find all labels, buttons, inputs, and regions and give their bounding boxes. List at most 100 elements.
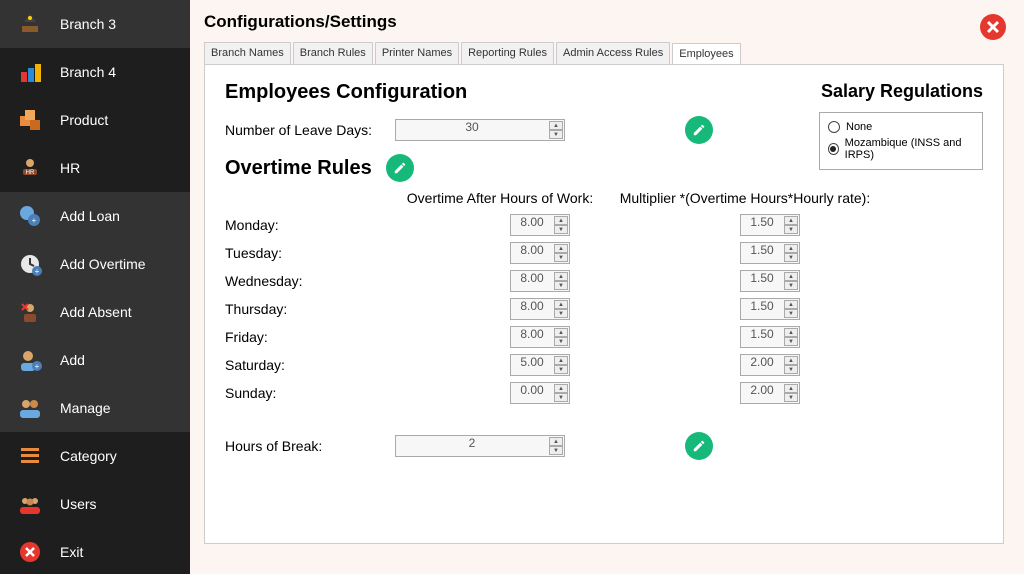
leave-days-label: Number of Leave Days: — [225, 122, 395, 138]
day-label: Wednesday: — [225, 273, 425, 289]
spinner-arrows[interactable]: ▲▼ — [784, 216, 798, 234]
add-user-icon: + — [18, 348, 42, 372]
sidebar-item-product[interactable]: Product — [0, 96, 190, 144]
sidebar-item-branch3[interactable]: Branch 3 — [0, 0, 190, 48]
tab-reporting-rules[interactable]: Reporting Rules — [461, 42, 554, 64]
tab-employees[interactable]: Employees — [672, 43, 740, 65]
loan-icon: + — [18, 204, 42, 228]
day-label: Tuesday: — [225, 245, 425, 261]
sidebar-item-add-loan[interactable]: + Add Loan — [0, 192, 190, 240]
sidebar-item-add-absent[interactable]: Add Absent — [0, 288, 190, 336]
sidebar-item-users[interactable]: Users — [0, 480, 190, 528]
spinner-arrows[interactable]: ▲▼ — [549, 437, 563, 455]
sidebar-item-branch4[interactable]: Branch 4 — [0, 48, 190, 96]
spinner-arrows[interactable]: ▲▼ — [554, 356, 568, 374]
overtime-hours-input[interactable]: 8.00▲▼ — [510, 214, 570, 236]
overtime-multiplier-input[interactable]: 2.00▲▼ — [740, 354, 800, 376]
spinner-arrows[interactable]: ▲▼ — [554, 272, 568, 290]
spinner-arrows[interactable]: ▲▼ — [554, 216, 568, 234]
spinner-arrows[interactable]: ▲▼ — [554, 328, 568, 346]
spinner-arrows[interactable]: ▲▼ — [784, 328, 798, 346]
main-panel: Configurations/Settings Branch Names Bra… — [190, 0, 1024, 574]
tab-panel-employees: Salary Regulations None Mozambique (INSS… — [204, 64, 1004, 544]
overtime-hours-input[interactable]: 8.00▲▼ — [510, 242, 570, 264]
spinner-arrows[interactable]: ▲▼ — [784, 244, 798, 262]
break-label: Hours of Break: — [225, 438, 395, 454]
edit-break-button[interactable] — [685, 432, 713, 460]
spinner-arrows[interactable]: ▲▼ — [784, 356, 798, 374]
tab-branch-rules[interactable]: Branch Rules — [293, 42, 373, 64]
sidebar-item-label: Exit — [60, 544, 83, 560]
day-label: Monday: — [225, 217, 425, 233]
branch-icon — [18, 60, 42, 84]
overtime-hours-input[interactable]: 8.00▲▼ — [510, 270, 570, 292]
spinner-arrows[interactable]: ▲▼ — [549, 121, 563, 139]
edit-overtime-button[interactable] — [386, 154, 414, 182]
day-label: Saturday: — [225, 357, 425, 373]
sidebar-item-hr[interactable]: HR HR — [0, 144, 190, 192]
spinner-arrows[interactable]: ▲▼ — [554, 300, 568, 318]
sidebar-item-label: Add Loan — [60, 208, 120, 224]
salary-option-none[interactable]: None — [828, 121, 974, 133]
sidebar-item-label: Add Absent — [60, 304, 132, 320]
sidebar-item-label: HR — [60, 160, 80, 176]
sidebar-item-category[interactable]: Category — [0, 432, 190, 480]
overtime-rules-title: Overtime Rules — [225, 157, 372, 180]
spinner-arrows[interactable]: ▲▼ — [784, 300, 798, 318]
day-label: Friday: — [225, 329, 425, 345]
overtime-hours-input[interactable]: 8.00▲▼ — [510, 326, 570, 348]
day-label: Thursday: — [225, 301, 425, 317]
absent-icon — [18, 300, 42, 324]
spinner-arrows[interactable]: ▲▼ — [784, 384, 798, 402]
list-icon — [18, 444, 42, 468]
svg-text:HR: HR — [26, 170, 35, 176]
tabs: Branch Names Branch Rules Printer Names … — [204, 42, 1004, 64]
svg-text:+: + — [35, 362, 40, 371]
sidebar-item-label: Add Overtime — [60, 256, 146, 272]
overtime-hours-input[interactable]: 0.00▲▼ — [510, 382, 570, 404]
edit-leave-days-button[interactable] — [685, 116, 713, 144]
overtime-multiplier-input[interactable]: 1.50▲▼ — [740, 298, 800, 320]
spinner-arrows[interactable]: ▲▼ — [554, 384, 568, 402]
spinner-arrows[interactable]: ▲▼ — [554, 244, 568, 262]
page-title: Configurations/Settings — [204, 12, 1004, 32]
sidebar-item-add-overtime[interactable]: + Add Overtime — [0, 240, 190, 288]
sidebar-item-label: Manage — [60, 400, 111, 416]
branch-icon — [18, 12, 42, 36]
spinner-arrows[interactable]: ▲▼ — [784, 272, 798, 290]
salary-regulations: Salary Regulations None Mozambique (INSS… — [819, 81, 983, 170]
overtime-hours-input[interactable]: 5.00▲▼ — [510, 354, 570, 376]
users-icon — [18, 396, 42, 420]
overtime-day-row: Friday: 8.00▲▼ 1.50▲▼ — [225, 326, 983, 348]
radio-label: None — [846, 121, 872, 133]
overtime-header-after: Overtime After Hours of Work: — [395, 190, 605, 206]
radio-icon — [828, 143, 839, 155]
salary-option-mozambique[interactable]: Mozambique (INSS and IRPS) — [828, 137, 974, 161]
day-label: Sunday: — [225, 385, 425, 401]
close-icon — [18, 540, 42, 564]
tab-admin-access-rules[interactable]: Admin Access Rules — [556, 42, 670, 64]
sidebar-item-label: Branch 4 — [60, 64, 116, 80]
overtime-multiplier-input[interactable]: 1.50▲▼ — [740, 326, 800, 348]
overtime-hours-input[interactable]: 8.00▲▼ — [510, 298, 570, 320]
svg-text:+: + — [35, 267, 40, 276]
clock-icon: + — [18, 252, 42, 276]
sidebar-item-label: Branch 3 — [60, 16, 116, 32]
hr-icon: HR — [18, 156, 42, 180]
sidebar-item-exit[interactable]: Exit — [0, 528, 190, 574]
sidebar-item-add[interactable]: + Add — [0, 336, 190, 384]
tab-printer-names[interactable]: Printer Names — [375, 42, 459, 64]
tab-branch-names[interactable]: Branch Names — [204, 42, 291, 64]
sidebar-item-label: Add — [60, 352, 85, 368]
close-button[interactable] — [980, 14, 1006, 40]
sidebar: Branch 3 Branch 4 Product HR HR + Add Lo… — [0, 0, 190, 574]
overtime-multiplier-input[interactable]: 1.50▲▼ — [740, 270, 800, 292]
overtime-multiplier-input[interactable]: 1.50▲▼ — [740, 214, 800, 236]
break-hours-input[interactable]: 2 ▲▼ — [395, 435, 565, 457]
salary-title: Salary Regulations — [819, 81, 983, 102]
leave-days-input[interactable]: 30 ▲▼ — [395, 119, 565, 141]
sidebar-item-manage[interactable]: Manage — [0, 384, 190, 432]
overtime-multiplier-input[interactable]: 2.00▲▼ — [740, 382, 800, 404]
radio-icon — [828, 121, 840, 133]
overtime-multiplier-input[interactable]: 1.50▲▼ — [740, 242, 800, 264]
